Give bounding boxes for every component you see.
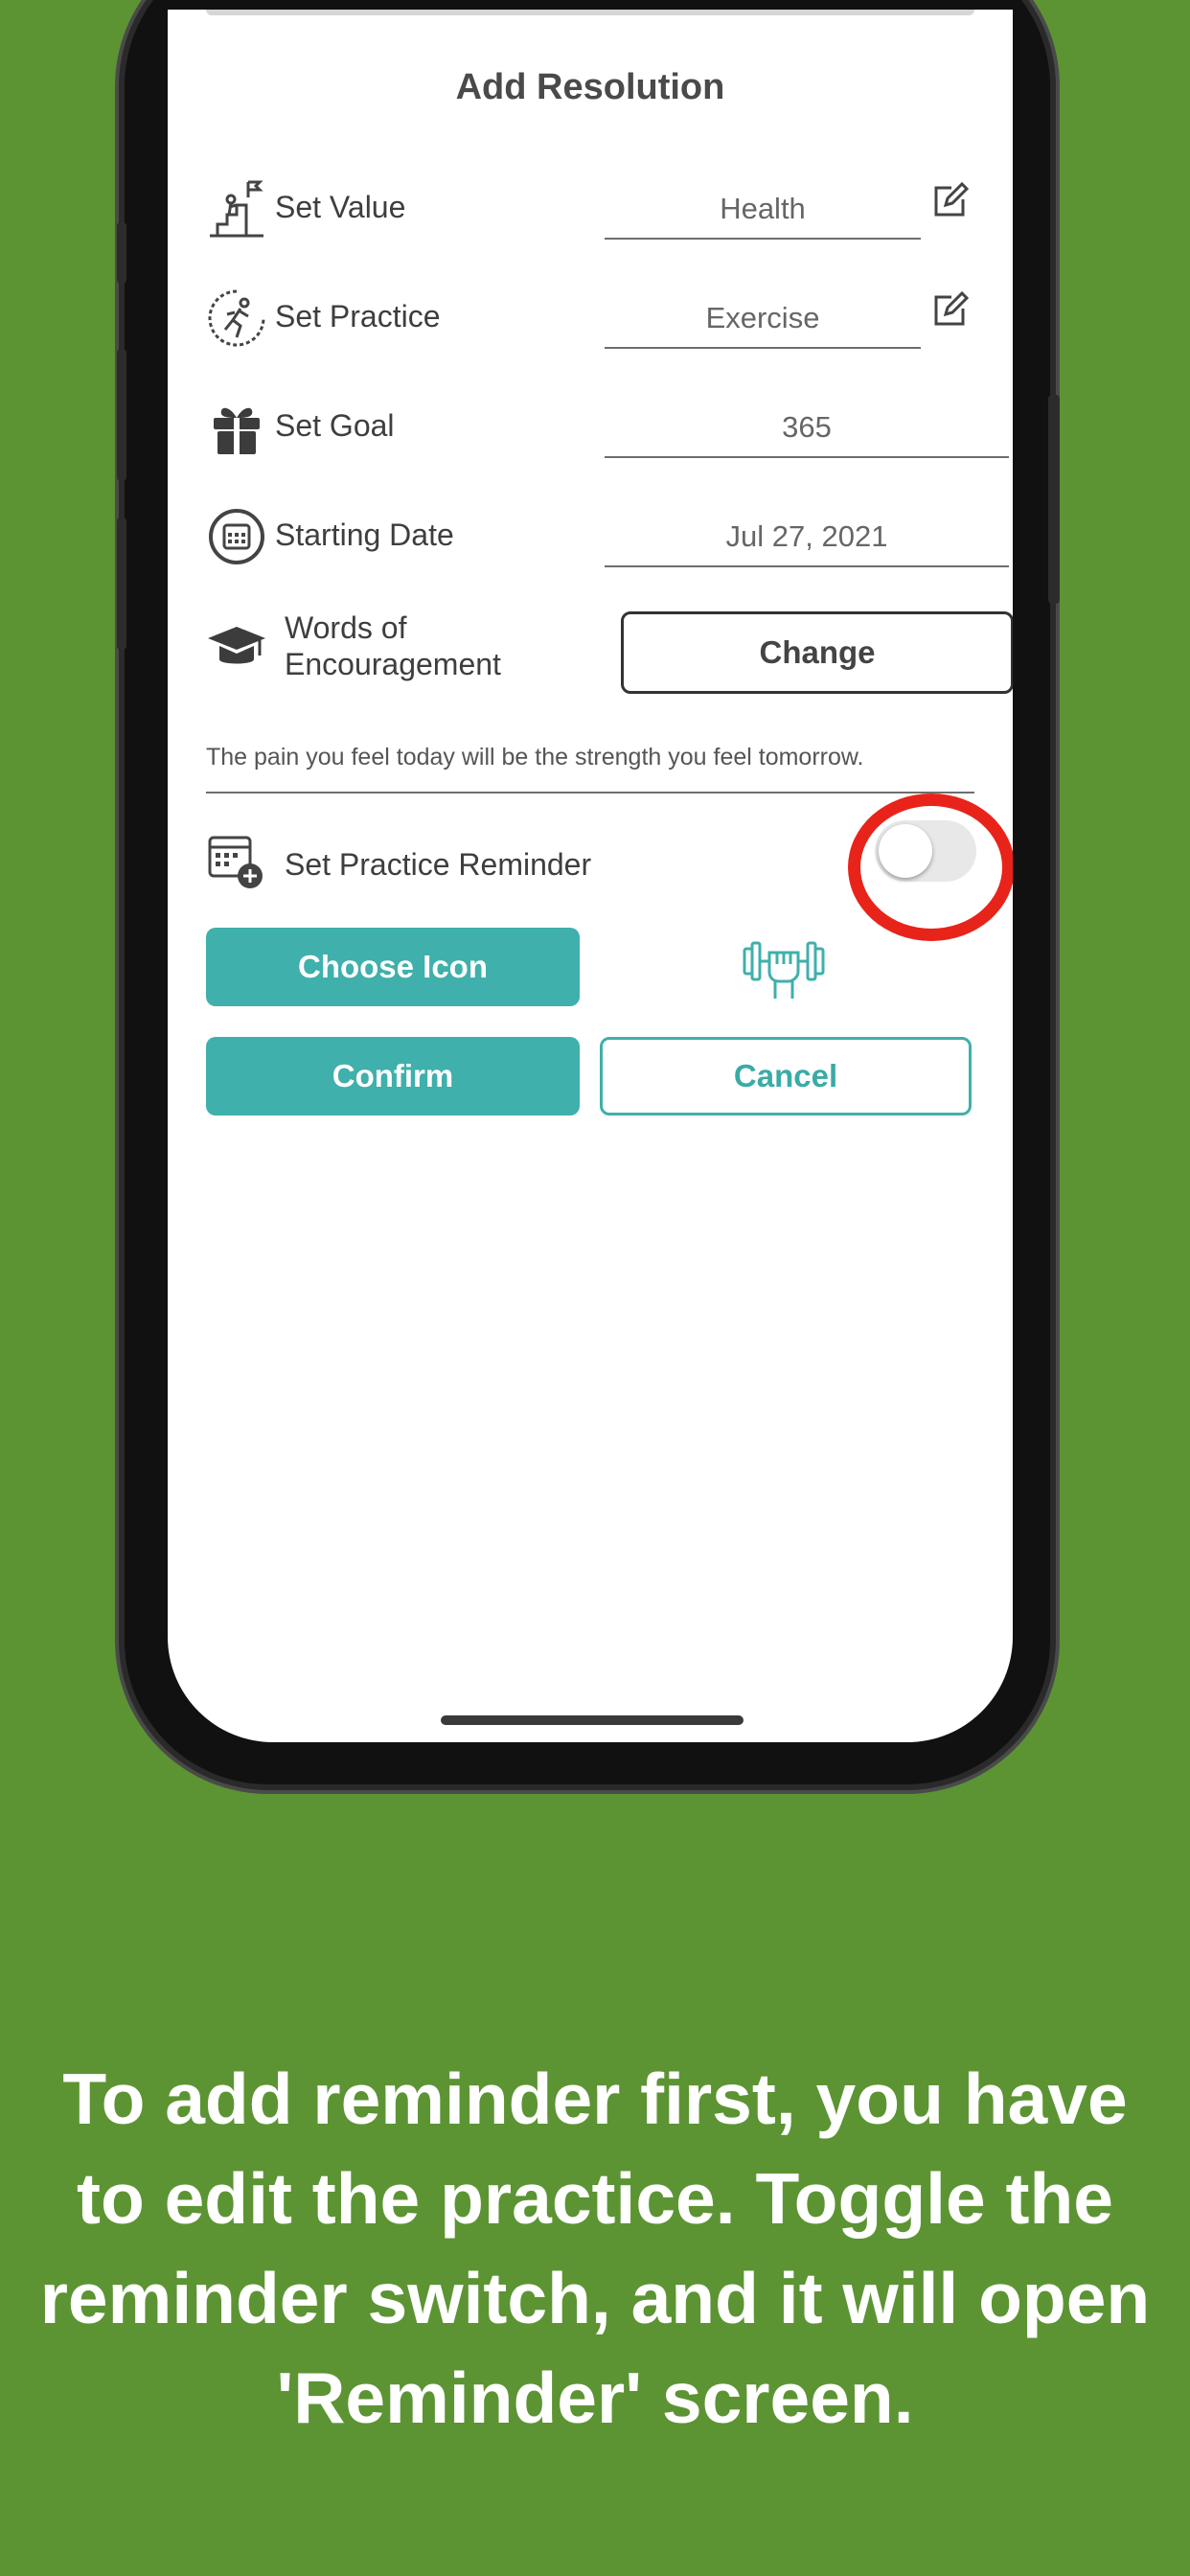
mountain-climber-icon: [210, 180, 263, 238]
set-practice-field[interactable]: Exercise: [605, 289, 921, 349]
set-goal-label: Set Goal: [275, 408, 395, 443]
app-screen: Add Resolution Set Value Health Set Prac…: [168, 10, 1013, 1742]
dumbbell-fist-icon: [743, 941, 825, 999]
cancel-button[interactable]: Cancel: [600, 1037, 972, 1116]
phone-side-button: [117, 222, 126, 284]
calendar-plus-icon: [208, 836, 263, 888]
set-practice-label: Set Practice: [275, 299, 441, 334]
phone-volume-up-button: [117, 349, 126, 481]
reminder-label: Set Practice Reminder: [285, 847, 592, 882]
home-indicator[interactable]: [441, 1715, 744, 1725]
graduation-cap-icon: [208, 627, 265, 664]
encouragement-label: Words of Encouragement: [285, 610, 501, 682]
caption-text: To add reminder first, you have to edit …: [39, 2058, 1151, 2438]
change-button[interactable]: Change: [621, 611, 1013, 694]
runner-icon: [208, 289, 265, 347]
set-value-row: Set Value Health: [206, 161, 974, 257]
set-goal-field[interactable]: 365: [605, 399, 1009, 458]
encouragement-row: Words of Encouragement Change: [206, 598, 1013, 694]
set-goal-row: Set Goal 365: [206, 380, 1009, 475]
starting-date-field[interactable]: Jul 27, 2021: [605, 508, 1009, 567]
set-value-label: Set Value: [275, 190, 406, 224]
encouragement-label-line2: Encouragement: [285, 647, 501, 681]
choose-icon-button[interactable]: Choose Icon: [206, 928, 580, 1006]
edit-icon[interactable]: [930, 182, 969, 220]
starting-date-row: Starting Date Jul 27, 2021: [206, 489, 1009, 585]
confirm-button[interactable]: Confirm: [206, 1037, 580, 1116]
encouragement-quote-text: The pain you feel today will be the stre…: [206, 744, 864, 770]
edit-icon[interactable]: [930, 291, 969, 330]
calendar-circle-icon: [209, 509, 264, 564]
encouragement-label-line1: Words of: [285, 610, 407, 645]
gift-icon: [214, 407, 260, 454]
phone-power-button: [1048, 395, 1060, 604]
page-title: Add Resolution: [455, 67, 725, 107]
encouragement-quote: The pain you feel today will be the stre…: [206, 730, 974, 794]
top-strip: [206, 10, 974, 15]
set-value-field[interactable]: Health: [605, 180, 921, 240]
phone-volume-down-button: [117, 518, 126, 650]
starting-date-label: Starting Date: [275, 518, 454, 552]
set-practice-row: Set Practice Exercise: [206, 270, 974, 366]
highlight-circle: [848, 794, 1013, 941]
